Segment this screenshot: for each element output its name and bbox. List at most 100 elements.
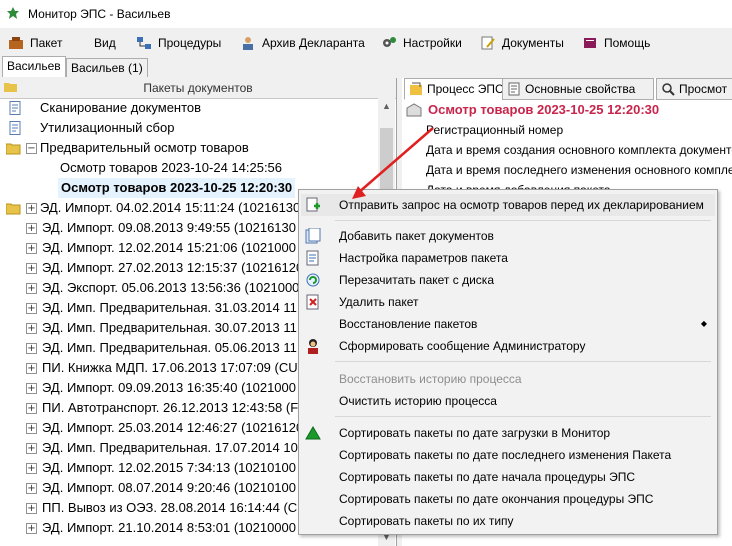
scroll-up-arrow[interactable]: ▲ <box>378 98 395 115</box>
menu-separator <box>335 361 711 362</box>
session-tabs: Васильев Васильев (1) <box>0 56 732 78</box>
help-book-icon <box>584 38 596 48</box>
package-doc-icon <box>406 103 422 117</box>
tree-row-label: ЭД. Имп. Предварительная. 30.07.2013 11 <box>42 320 297 335</box>
tree-row-label: ПИ. Автотранспорт. 26.12.2013 12:43:58 (… <box>42 400 299 415</box>
expand-icon[interactable]: + <box>26 363 37 374</box>
tree-row[interactable]: Сканирование документов <box>0 98 378 118</box>
expand-icon[interactable]: + <box>26 223 37 234</box>
tree-row-label: ЭД. Импорт. 27.02.2013 12:15:37 (1021612… <box>42 260 304 275</box>
tree-row-label: ЭД. Имп. Предварительная. 31.03.2014 11 <box>42 300 297 315</box>
tree-row-label: ЭД. Экспорт. 05.06.2013 13:56:36 (102100… <box>42 280 300 295</box>
menu-help[interactable]: Помощь <box>582 36 650 52</box>
menu-add-package[interactable]: Добавить пакет документов <box>301 225 715 247</box>
expand-icon[interactable]: + <box>26 463 37 474</box>
document-icon <box>9 101 21 115</box>
expand-icon[interactable]: + <box>26 443 37 454</box>
tree-row-label: ЭД. Импорт. 09.09.2013 16:35:40 (1021000 <box>42 380 297 395</box>
tree-row-label: ПИ. Книжка МДП. 17.06.2013 17:07:09 (CU <box>42 360 298 375</box>
tab-main-properties[interactable]: Основные свойства <box>502 78 654 100</box>
expand-icon[interactable]: + <box>26 343 37 354</box>
expand-icon[interactable]: + <box>26 523 37 534</box>
menu-sort-by-type[interactable]: Сортировать пакеты по их типу <box>301 510 715 532</box>
context-menu: Отправить запрос на осмотр товаров перед… <box>298 189 718 535</box>
menu-view[interactable]: Вид <box>94 36 116 52</box>
menu-send-inspection-request[interactable]: Отправить запрос на осмотр товаров перед… <box>301 194 715 216</box>
tab-view[interactable]: Просмот <box>656 78 732 100</box>
menu-bar: Пакет Вид Процедуры Архив Декларанта Нас… <box>0 30 732 56</box>
menu-sort-by-modified-date[interactable]: Сортировать пакеты по дате последнего из… <box>301 444 715 466</box>
tree-row[interactable]: − Предварительный осмотр товаров <box>0 138 378 158</box>
expand-icon[interactable]: + <box>26 423 37 434</box>
tree-row-label: ЭД. Имп. Предварительная. 05.06.2013 11 <box>42 340 297 355</box>
delete-icon <box>306 294 319 310</box>
settings-doc-icon <box>306 250 319 266</box>
packages-panel-header: Пакеты документов <box>0 78 396 99</box>
sort-triangle-icon <box>305 426 321 440</box>
document-pen-icon <box>481 36 495 50</box>
tree-row-label: ПП. Вывоз из ОЭЗ. 28.08.2014 16:14:44 (C… <box>42 500 307 515</box>
property-row: Дата и время создания основного комплект… <box>426 143 732 157</box>
menu-package-settings[interactable]: Настройка параметров пакета <box>301 247 715 269</box>
tree-row-label: ЭД. Импорт. 04.02.2014 15:11:24 (1021613… <box>40 200 301 215</box>
expand-icon[interactable]: + <box>26 263 37 274</box>
folder-icon <box>6 143 21 155</box>
tree-row-label: ЭД. Импорт. 12.02.2015 7:34:13 (10210100 <box>42 460 297 475</box>
tree-row-label: ЭД. Импорт. 25.03.2014 12:46:27 (1021612… <box>42 420 304 435</box>
process-icon <box>410 82 422 95</box>
scroll-thumb[interactable] <box>380 128 393 198</box>
menu-clear-history[interactable]: Очистить историю процесса <box>301 390 715 412</box>
properties-icon <box>508 82 520 96</box>
menu-reload-package[interactable]: Перезачитать пакет с диска <box>301 269 715 291</box>
document-icon <box>9 121 21 135</box>
session-tab-1[interactable]: Васильев <box>2 56 66 77</box>
menu-procedures[interactable]: Процедуры <box>136 36 221 52</box>
menu-paket[interactable]: Пакет <box>8 36 62 52</box>
tree-row-label: ЭД. Импорт. 12.02.2014 15:21:06 (1021000 <box>42 240 297 255</box>
menu-restore-history[interactable]: Восстановить историю процесса <box>301 368 715 390</box>
tree-row-label: Осмотр товаров 2023-10-24 14:25:56 <box>60 160 283 175</box>
property-row: Регистрационный номер <box>426 123 564 137</box>
expand-icon[interactable]: + <box>26 483 37 494</box>
expand-icon[interactable]: + <box>26 323 37 334</box>
menu-restore-packages[interactable]: Восстановление пакетов ◆ <box>301 313 715 335</box>
title-bar: Монитор ЭПС - Васильев <box>0 0 732 28</box>
reload-icon <box>306 273 320 287</box>
menu-sort-by-start-date[interactable]: Сортировать пакеты по дате начала процед… <box>301 466 715 488</box>
admin-icon <box>308 339 318 354</box>
expand-icon[interactable]: + <box>26 303 37 314</box>
menu-sort-by-end-date[interactable]: Сортировать пакеты по дате окончания про… <box>301 488 715 510</box>
expand-icon[interactable]: + <box>26 243 37 254</box>
expand-icon[interactable]: + <box>26 403 37 414</box>
menu-declarant-archive[interactable]: Архив Декларанта <box>240 36 365 52</box>
submenu-arrow-icon: ◆ <box>700 319 707 328</box>
folder-icon <box>6 203 21 215</box>
network-icon <box>137 37 151 49</box>
menu-settings[interactable]: Настройки <box>381 36 462 52</box>
collapse-icon[interactable]: − <box>26 143 37 154</box>
property-row: Дата и время последнего изменения основн… <box>426 163 732 177</box>
tree-row-label: Сканирование документов <box>40 100 202 115</box>
tree-row[interactable]: Осмотр товаров 2023-10-24 14:25:56 <box>0 158 378 178</box>
menu-message-admin[interactable]: Сформировать сообщение Администратору <box>301 335 715 357</box>
tree-row-label: Предварительный осмотр товаров <box>40 140 249 155</box>
tree-row[interactable]: Утилизационный сбор <box>0 118 378 138</box>
add-package-icon <box>305 228 321 244</box>
expand-icon[interactable]: + <box>26 383 37 394</box>
menu-delete-package[interactable]: Удалить пакет <box>301 291 715 313</box>
menu-separator <box>335 416 711 417</box>
menu-documents[interactable]: Документы <box>480 36 564 52</box>
expand-icon[interactable]: + <box>26 283 37 294</box>
window-title: Монитор ЭПС - Васильев <box>28 7 171 21</box>
session-tab-2[interactable]: Васильев (1) <box>66 58 148 77</box>
expand-icon[interactable]: + <box>26 203 37 214</box>
tree-row-label: ЭД. Импорт. 21.10.2014 8:53:01 (10210000 <box>42 520 297 535</box>
gears-icon <box>383 37 396 47</box>
menu-sort-by-load-date[interactable]: Сортировать пакеты по дате загрузки в Мо… <box>301 422 715 444</box>
send-request-icon <box>306 197 320 212</box>
tree-row-label: Осмотр товаров 2023-10-25 12:20:30 <box>58 178 296 198</box>
person-icon <box>243 37 253 50</box>
details-title: Осмотр товаров 2023-10-25 12:20:30 <box>428 102 660 117</box>
expand-icon[interactable]: + <box>26 503 37 514</box>
tree-row-label: Утилизационный сбор <box>40 120 175 135</box>
